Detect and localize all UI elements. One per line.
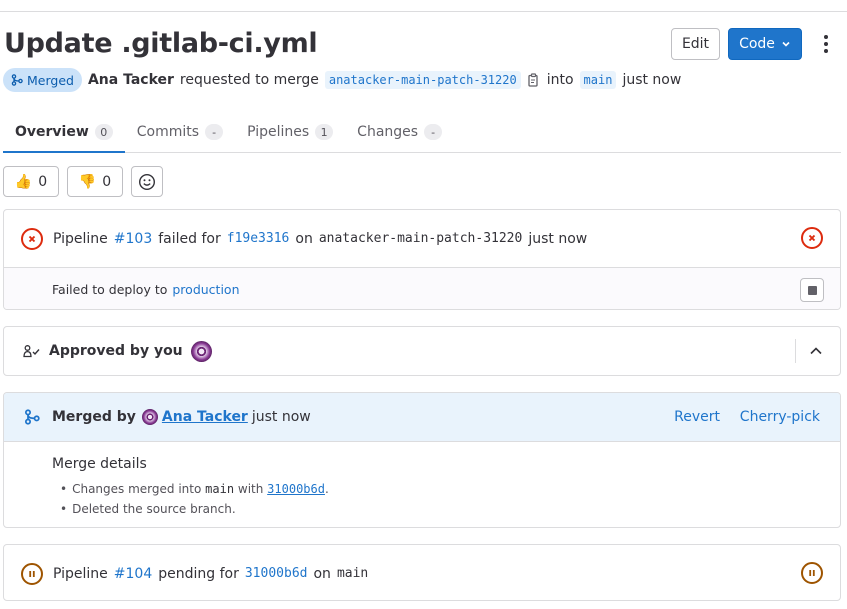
merge-time: just now (622, 72, 682, 88)
tab-count-badge: - (424, 124, 443, 140)
list-item: • Deleted the source branch. (60, 502, 236, 516)
thumbs-up-icon: 👍 (14, 173, 33, 190)
tab-count-badge: - (205, 124, 224, 140)
code-button-label: Code (739, 36, 775, 52)
merger-name-link[interactable]: Ana Tacker (162, 409, 248, 425)
status-badge-label: Merged (27, 72, 74, 88)
merger-avatar[interactable] (141, 409, 158, 425)
cherry-pick-button[interactable]: Cherry-pick (740, 409, 820, 425)
page-title: Update .gitlab-ci.yml (4, 28, 318, 59)
approval-text: Approved by you (49, 343, 183, 359)
merge-icon (11, 74, 23, 86)
tab-label: Commits (136, 124, 200, 140)
detail-text: Deleted the source branch. (72, 502, 236, 516)
tab-label: Pipelines (247, 124, 310, 140)
pending-status-icon[interactable] (21, 562, 43, 585)
failed-stage-icon[interactable] (801, 227, 823, 249)
pipeline-prefix: Pipeline (53, 565, 108, 582)
into-text: into (546, 72, 574, 88)
edit-button[interactable]: Edit (671, 28, 720, 60)
merge-details-title: Merge details (52, 456, 147, 472)
tab-overview[interactable]: Overview 0 (3, 112, 125, 153)
revert-button[interactable]: Revert (674, 409, 720, 425)
pipeline-id-link[interactable]: #103 (114, 231, 152, 247)
pipeline-status-text: failed for (158, 230, 221, 247)
pipeline-branch[interactable]: main (337, 566, 368, 581)
code-dropdown-button[interactable]: Code (728, 28, 802, 60)
pipeline-branch[interactable]: anatacker-main-patch-31220 (319, 231, 523, 246)
status-badge: Merged (3, 68, 82, 92)
stop-environment-button[interactable] (800, 278, 824, 302)
merged-widget: Merged by Ana Tacker just now Revert Che… (3, 392, 841, 528)
author-name[interactable]: Ana Tacker (88, 72, 174, 88)
pipeline-on-text: on (295, 230, 313, 247)
pipeline-widget: Pipeline #103 failed for f19e3316 on ana… (3, 209, 841, 310)
add-reaction-button[interactable] (131, 166, 163, 197)
smiley-icon (138, 173, 156, 190)
thumbs-down-button[interactable]: 👎 0 (67, 166, 123, 197)
pipeline-prefix: Pipeline (53, 230, 108, 247)
approver-avatar[interactable] (190, 340, 212, 362)
tab-label: Changes (357, 124, 419, 140)
tab-count-badge: 0 (94, 124, 113, 140)
tab-label: Overview (15, 124, 89, 140)
more-actions-icon[interactable] (814, 31, 838, 57)
list-item: • Changes merged into main with 31000b6d. (60, 482, 329, 496)
target-branch[interactable]: main (579, 71, 617, 89)
approval-check-icon (23, 345, 40, 358)
detail-branch: main (205, 482, 235, 496)
tab-pipelines[interactable]: Pipelines 1 (235, 112, 345, 152)
detail-text: . (324, 482, 329, 496)
merged-time: just now (251, 409, 311, 425)
mr-meta: Merged Ana Tacker requested to merge ana… (3, 68, 681, 92)
thumbs-up-count: 0 (38, 173, 48, 190)
copy-icon[interactable] (527, 72, 541, 88)
thumbs-down-count: 0 (102, 173, 112, 190)
pipeline-id-link[interactable]: #104 (114, 566, 152, 582)
stop-icon (807, 285, 817, 295)
pipeline-pending-widget: Pipeline #104 pending for 31000b6d on ma… (3, 544, 841, 601)
detail-text: Changes merged into (72, 482, 202, 496)
thumbs-down-icon: 👎 (78, 173, 97, 190)
merged-header: Merged by Ana Tacker just now Revert Che… (4, 393, 840, 442)
merge-details-list: • Changes merged into main with 31000b6d.… (60, 479, 329, 519)
approval-widget: Approved by you (3, 326, 841, 376)
collapse-chevron-up-icon[interactable] (806, 341, 826, 361)
top-divider (0, 11, 847, 12)
merged-by-text: Merged by (52, 409, 136, 425)
tab-changes[interactable]: Changes - (345, 112, 454, 152)
pipeline-time: just now (528, 230, 588, 247)
merge-icon (24, 409, 40, 425)
chevron-down-icon (782, 41, 790, 47)
requested-text: requested to merge (179, 72, 319, 88)
merge-commit-link[interactable]: 31000b6d (267, 482, 325, 496)
detail-text: with (237, 482, 264, 496)
divider (795, 339, 796, 363)
pipeline-commit-link[interactable]: f19e3316 (227, 231, 290, 246)
deployment-row: Failed to deploy to production (4, 267, 840, 309)
source-branch[interactable]: anatacker-main-patch-31220 (324, 71, 521, 89)
pipeline-status-text: pending for (158, 565, 239, 582)
tab-commits[interactable]: Commits - (125, 112, 235, 152)
environment-link[interactable]: production (172, 282, 239, 297)
pipeline-on-text: on (313, 565, 331, 582)
thumbs-up-button[interactable]: 👍 0 (3, 166, 59, 197)
tab-count-badge: 1 (315, 124, 334, 140)
pipeline-commit-link[interactable]: 31000b6d (245, 566, 308, 581)
mr-tabs: Overview 0 Commits - Pipelines 1 Changes… (3, 112, 841, 153)
deploy-status-text: Failed to deploy to (52, 281, 168, 297)
pending-stage-icon[interactable] (801, 562, 823, 584)
failed-status-icon[interactable] (21, 227, 43, 250)
